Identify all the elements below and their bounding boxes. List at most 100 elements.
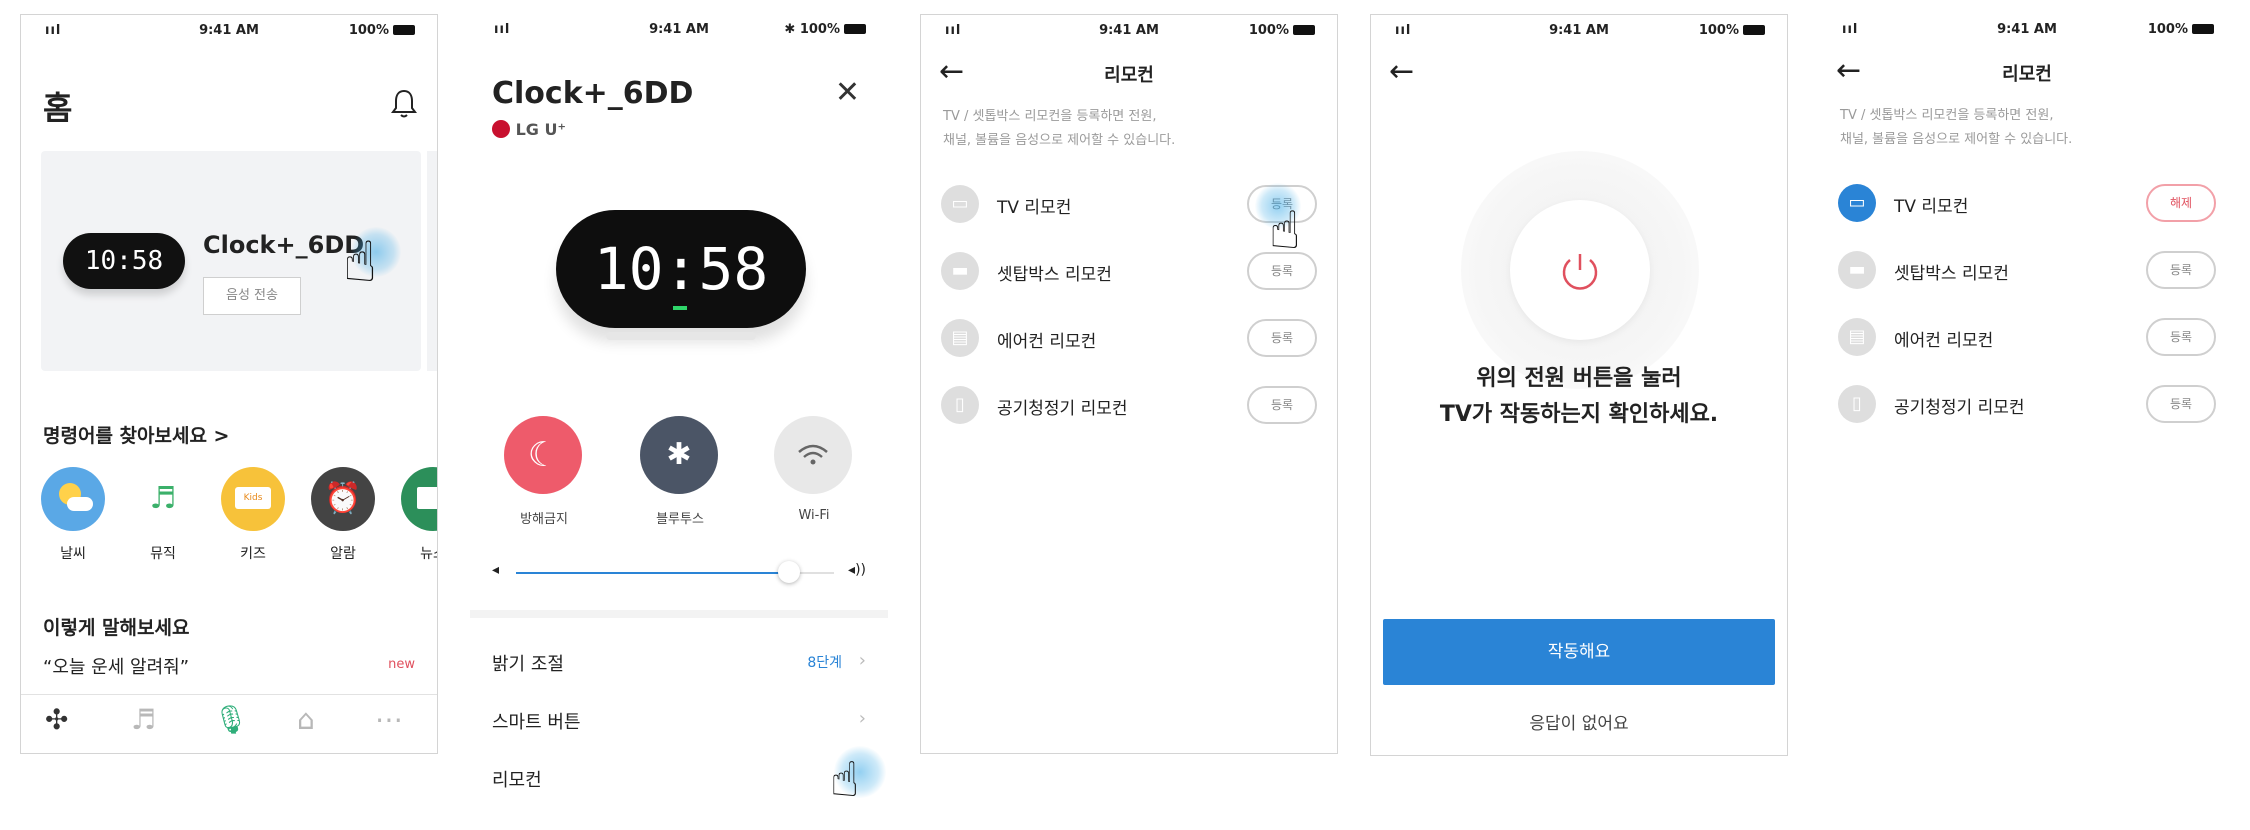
remote-label: 셋탑박스 리모컨: [997, 265, 1112, 285]
kids-icon: Kids: [221, 467, 285, 531]
remote-item-aircon[interactable]: ▤ 에어컨 리모컨 등록: [1838, 312, 2216, 362]
control-dnd[interactable]: ☾ 방해금지: [504, 416, 584, 527]
say-title: 이렇게 말해보세요: [43, 617, 190, 639]
register-button[interactable]: 등록: [2146, 385, 2216, 423]
page-title: 리모컨: [2002, 64, 2052, 85]
unregister-button[interactable]: 해제: [2146, 184, 2216, 222]
mic-tab-icon[interactable]: 🎙: [213, 703, 249, 736]
command-label: 뉴스: [420, 546, 437, 562]
pointing-hand-icon: ☝: [830, 752, 860, 800]
aircon-icon: ▤: [941, 319, 979, 357]
register-button[interactable]: 등록: [2146, 251, 2216, 289]
description-line: 채널, 볼륨을 음성으로 제어할 수 있습니다.: [1840, 132, 2073, 147]
moon-icon: ☾: [504, 416, 582, 494]
back-arrow-icon[interactable]: ←: [1389, 57, 1414, 87]
remote-item-aircon[interactable]: ▤ 에어컨 리모컨 등록: [941, 313, 1317, 363]
volume-low-icon: ◂: [492, 562, 500, 578]
remote-label: TV 리모컨: [997, 198, 1072, 218]
power-button[interactable]: [1510, 200, 1650, 340]
music-icon: ♬: [131, 467, 195, 531]
command-list: 날씨 ♬ 뮤직 Kids 키즈 ⏰ 알람 뉴스: [41, 467, 437, 577]
close-icon[interactable]: ✕: [835, 78, 860, 108]
command-news[interactable]: 뉴스: [401, 467, 437, 563]
command-kids[interactable]: Kids 키즈: [221, 467, 285, 563]
remote-screen: ııl 9:41 AM 100% ← 리모컨 TV / 셋톱박스 리모컨을 등록…: [920, 14, 1338, 754]
new-badge: new: [388, 657, 415, 672]
menu-remote[interactable]: 리모컨: [492, 766, 866, 796]
settop-box-icon: ▬: [1838, 251, 1876, 289]
remote-label: TV 리모컨: [1894, 197, 1969, 217]
tv-icon: ▭: [1838, 184, 1876, 222]
home-tab-icon[interactable]: ✣: [45, 703, 68, 736]
volume-slider[interactable]: [516, 561, 834, 583]
menu-label: 스마트 버튼: [492, 712, 581, 733]
control-label: Wi-Fi: [798, 508, 830, 523]
home-screen: ııl 9:41 AM 100% 홈 10:58 Clock+_6DD 음성 전…: [20, 14, 438, 754]
pointing-hand-icon: ☝: [1269, 201, 1301, 261]
voice-send-button[interactable]: 음성 전송: [203, 277, 301, 315]
works-button[interactable]: 작동해요: [1383, 619, 1775, 685]
status-bar: ııl 9:41 AM 100%: [921, 15, 1337, 47]
description-line: TV / 셋톱박스 리모컨을 등록하면 전원,: [1840, 108, 2054, 123]
remote-label: 에어컨 리모컨: [1894, 331, 1994, 351]
volume-row: ◂ ◂)): [492, 561, 866, 584]
menu-brightness[interactable]: 밝기 조절 8단계 ›: [492, 650, 866, 680]
brand-row: LG U⁺: [492, 120, 566, 139]
control-label: 블루투스: [656, 512, 704, 527]
control-bluetooth[interactable]: ✱ 블루투스: [640, 416, 720, 527]
battery-icon: [1293, 25, 1315, 35]
remote-label: 공기청정기 리모컨: [997, 399, 1128, 419]
music-tab-icon[interactable]: ♬: [131, 703, 156, 736]
remote-item-purifier[interactable]: ▯ 공기청정기 리모컨 등록: [1838, 379, 2216, 429]
tab-bar: ✣ ♬ 🎙 ⌂ ⋯: [21, 694, 437, 753]
register-button[interactable]: 등록: [1247, 386, 1317, 424]
battery-icon: [393, 25, 415, 35]
settop-box-icon: ▬: [941, 252, 979, 290]
remote-label: 셋탑박스 리모컨: [1894, 264, 2009, 284]
command-alarm[interactable]: ⏰ 알람: [311, 467, 375, 563]
description-line: 채널, 볼륨을 음성으로 제어할 수 있습니다.: [943, 133, 1176, 148]
remote-item-settop[interactable]: ▬ 셋탑박스 리모컨 등록: [1838, 245, 2216, 295]
no-response-link[interactable]: 응답이 없어요: [1371, 709, 1787, 734]
status-bar: ııl 9:41 AM 100%: [21, 15, 437, 47]
device-screen: ııl 9:41 AM ✱ 100% Clock+_6DD ✕ LG U⁺ 10…: [470, 14, 888, 800]
battery-indicator: 100%: [349, 23, 415, 38]
volume-knob[interactable]: [778, 561, 801, 583]
page-title: 홈: [43, 89, 73, 127]
air-purifier-icon: ▯: [941, 386, 979, 424]
register-button[interactable]: 등록: [2146, 318, 2216, 356]
battery-indicator: 100%: [2148, 22, 2214, 37]
weather-icon: [41, 467, 105, 531]
description: TV / 셋톱박스 리모컨을 등록하면 전원, 채널, 볼륨을 음성으로 제어할…: [1840, 104, 2072, 152]
battery-icon: [2192, 24, 2214, 34]
control-wifi[interactable]: Wi-Fi: [774, 416, 854, 523]
register-button[interactable]: 등록: [1247, 319, 1317, 357]
news-icon: [401, 467, 437, 531]
clock-base: [606, 332, 756, 340]
remote-item-purifier[interactable]: ▯ 공기청정기 리모컨 등록: [941, 380, 1317, 430]
chevron-right-icon: ›: [858, 650, 866, 671]
battery-icon: [1743, 25, 1765, 35]
header: ← 리모컨: [921, 55, 1337, 95]
air-purifier-icon: ▯: [1838, 385, 1876, 423]
clock-device-image: 10:58: [556, 210, 806, 328]
status-bar: ııl 9:41 AM 100%: [1371, 15, 1787, 47]
say-example[interactable]: “오늘 운세 알려줘”: [43, 653, 189, 679]
wifi-icon: [774, 416, 852, 494]
command-music[interactable]: ♬ 뮤직: [131, 467, 195, 563]
bell-icon[interactable]: [389, 87, 419, 123]
remote-item-settop[interactable]: ▬ 셋탑박스 리모컨 등록: [941, 246, 1317, 296]
menu-smart-button[interactable]: 스마트 버튼 ›: [492, 708, 866, 738]
commands-title[interactable]: 명령어를 찾아보세요 >: [43, 421, 229, 448]
more-tab-icon[interactable]: ⋯: [375, 703, 403, 736]
command-weather[interactable]: 날씨: [41, 467, 105, 563]
device-name: Clock+_6DD: [203, 231, 365, 259]
remote-label: 공기청정기 리모컨: [1894, 398, 2025, 418]
clock-indicator: [673, 306, 687, 310]
brand-name: LG U⁺: [515, 120, 566, 139]
page-title: 리모컨: [1104, 65, 1154, 86]
next-card-peek: [427, 151, 437, 371]
remote-item-tv[interactable]: ▭ TV 리모컨 해제: [1838, 178, 2216, 228]
power-button-halo: [1461, 151, 1699, 389]
smarthome-tab-icon[interactable]: ⌂: [297, 703, 315, 736]
